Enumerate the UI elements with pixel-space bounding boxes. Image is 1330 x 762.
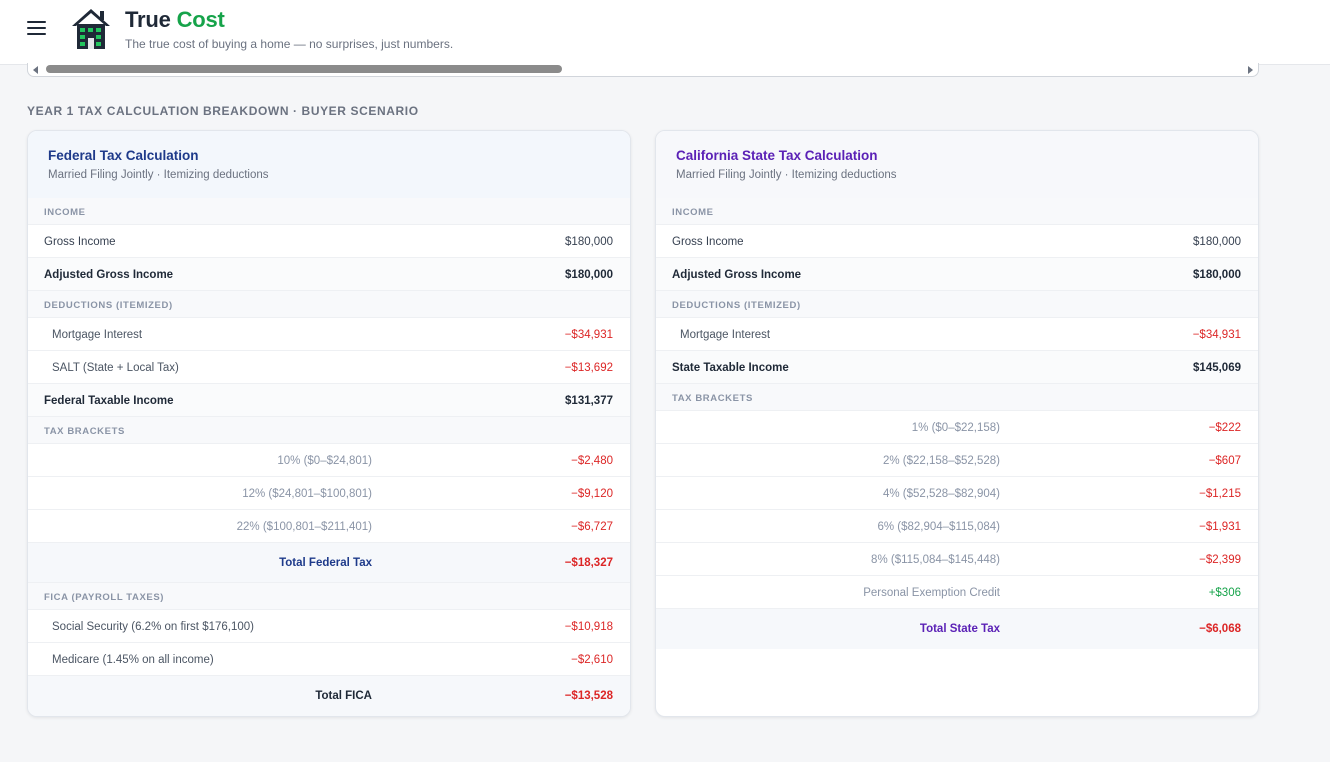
salt-value: −$13,692 [564, 362, 613, 374]
scroll-left-icon[interactable] [33, 66, 38, 74]
total-fica-row: Total FICA −$13,528 [28, 676, 630, 716]
fica-section-header: FICA (PAYROLL TAXES) [28, 583, 630, 610]
gross-income-value: $180,000 [565, 236, 613, 248]
tax-bracket-row: 2% ($22,158–$52,528) −$607 [656, 444, 1258, 477]
gross-income-row: Gross Income $180,000 [28, 225, 630, 258]
federal-card-title: Federal Tax Calculation [48, 148, 199, 163]
income-section-header: INCOME [656, 198, 1258, 225]
federal-taxable-income-value: $131,377 [565, 395, 613, 407]
federal-card-header: Federal Tax Calculation Married Filing J… [28, 131, 630, 198]
social-security-value: −$10,918 [564, 621, 613, 633]
state-card-header: California State Tax Calculation Married… [656, 131, 1258, 198]
federal-card-subtitle: Married Filing Jointly · Itemizing deduc… [48, 169, 269, 181]
medicare-value: −$2,610 [571, 654, 613, 666]
state-taxable-income-row: State Taxable Income $145,069 [656, 351, 1258, 384]
top-bar: True Cost The true cost of buying a home… [0, 0, 1330, 65]
house-logo-icon [72, 9, 110, 49]
total-fica-value: −$13,528 [564, 690, 613, 702]
scrollbar-thumb[interactable] [46, 65, 562, 73]
tax-bracket-row: 10% ($0–$24,801) −$2,480 [28, 444, 630, 477]
mortgage-interest-value: −$34,931 [1192, 329, 1241, 341]
state-tax-card: California State Tax Calculation Married… [655, 130, 1259, 717]
state-card-subtitle: Married Filing Jointly · Itemizing deduc… [676, 169, 897, 181]
scroll-right-icon[interactable] [1248, 66, 1253, 74]
mortgage-interest-value: −$34,931 [564, 329, 613, 341]
agi-value: $180,000 [565, 269, 613, 281]
tax-bracket-row: 12% ($24,801–$100,801) −$9,120 [28, 477, 630, 510]
tax-brackets-section-header: TAX BRACKETS [28, 417, 630, 444]
federal-tax-card: Federal Tax Calculation Married Filing J… [27, 130, 631, 717]
menu-icon[interactable] [27, 19, 47, 37]
total-federal-tax-value: −$18,327 [564, 557, 613, 569]
total-state-tax-row: Total State Tax −$6,068 [656, 609, 1258, 649]
state-taxable-income-value: $145,069 [1193, 362, 1241, 374]
gross-income-value: $180,000 [1193, 236, 1241, 248]
social-security-row: Social Security (6.2% on first $176,100)… [28, 610, 630, 643]
personal-exemption-row: Personal Exemption Credit +$306 [656, 576, 1258, 609]
income-section-header: INCOME [28, 198, 630, 225]
state-card-title: California State Tax Calculation [676, 148, 878, 163]
total-state-tax-value: −$6,068 [1199, 623, 1241, 635]
agi-value: $180,000 [1193, 269, 1241, 281]
app-title: True Cost [125, 7, 225, 32]
tax-bracket-row: 1% ($0–$22,158) −$222 [656, 411, 1258, 444]
horizontal-scrollbar[interactable] [27, 63, 1259, 77]
agi-row: Adjusted Gross Income $180,000 [28, 258, 630, 291]
deductions-section-header: DEDUCTIONS (ITEMIZED) [28, 291, 630, 318]
federal-taxable-income-row: Federal Taxable Income $131,377 [28, 384, 630, 417]
mortgage-interest-row: Mortgage Interest −$34,931 [28, 318, 630, 351]
gross-income-row: Gross Income $180,000 [656, 225, 1258, 258]
tax-brackets-section-header: TAX BRACKETS [656, 384, 1258, 411]
total-federal-tax-row: Total Federal Tax −$18,327 [28, 543, 630, 583]
section-title: YEAR 1 TAX CALCULATION BREAKDOWN · BUYER… [27, 104, 419, 118]
medicare-row: Medicare (1.45% on all income) −$2,610 [28, 643, 630, 676]
tax-bracket-row: 8% ($115,084–$145,448) −$2,399 [656, 543, 1258, 576]
tax-bracket-row: 22% ($100,801–$211,401) −$6,727 [28, 510, 630, 543]
tax-bracket-row: 6% ($82,904–$115,084) −$1,931 [656, 510, 1258, 543]
personal-exemption-value: +$306 [1208, 587, 1241, 599]
agi-row: Adjusted Gross Income $180,000 [656, 258, 1258, 291]
app-tagline: The true cost of buying a home — no surp… [125, 37, 454, 51]
salt-row: SALT (State + Local Tax) −$13,692 [28, 351, 630, 384]
deductions-section-header: DEDUCTIONS (ITEMIZED) [656, 291, 1258, 318]
mortgage-interest-row: Mortgage Interest −$34,931 [656, 318, 1258, 351]
tax-bracket-row: 4% ($52,528–$82,904) −$1,215 [656, 477, 1258, 510]
